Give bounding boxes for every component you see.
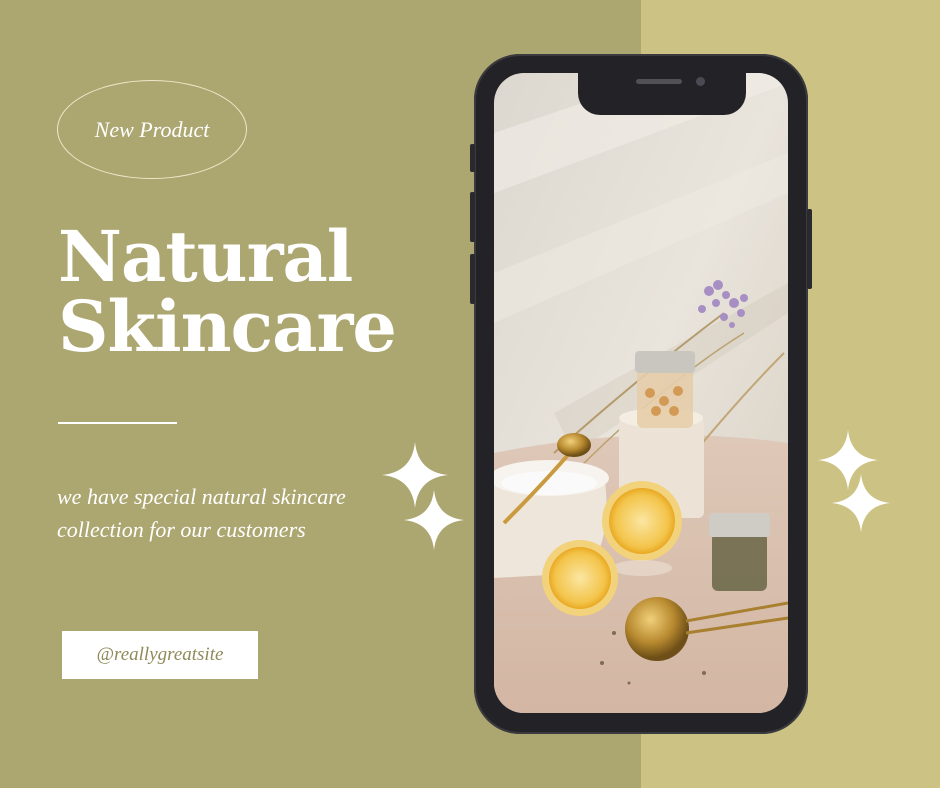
skincare-product-photo xyxy=(494,73,788,713)
phone-speaker xyxy=(636,79,682,84)
website-button[interactable]: @reallygreatsite xyxy=(62,631,258,679)
phone-side-button xyxy=(470,144,475,172)
badge-label: New Product xyxy=(94,116,210,142)
title-line-1: Natural xyxy=(58,215,353,298)
title-line-2: Skincare xyxy=(58,285,397,368)
sparkle-icon xyxy=(831,473,891,533)
new-product-badge: New Product xyxy=(57,80,247,179)
phone-camera xyxy=(696,77,705,86)
phone-notch xyxy=(578,73,746,115)
page-title: Natural Skincare xyxy=(58,215,397,368)
phone-mockup xyxy=(470,54,812,734)
phone-volume-up-button xyxy=(470,192,475,242)
phone-volume-down-button xyxy=(470,254,475,304)
sparkle-icon xyxy=(403,489,465,551)
divider xyxy=(58,422,177,424)
phone-power-button xyxy=(807,209,812,289)
website-button-label: @reallygreatsite xyxy=(96,644,224,665)
description: we have special natural skincare collect… xyxy=(57,484,346,542)
phone-screen xyxy=(494,73,788,713)
